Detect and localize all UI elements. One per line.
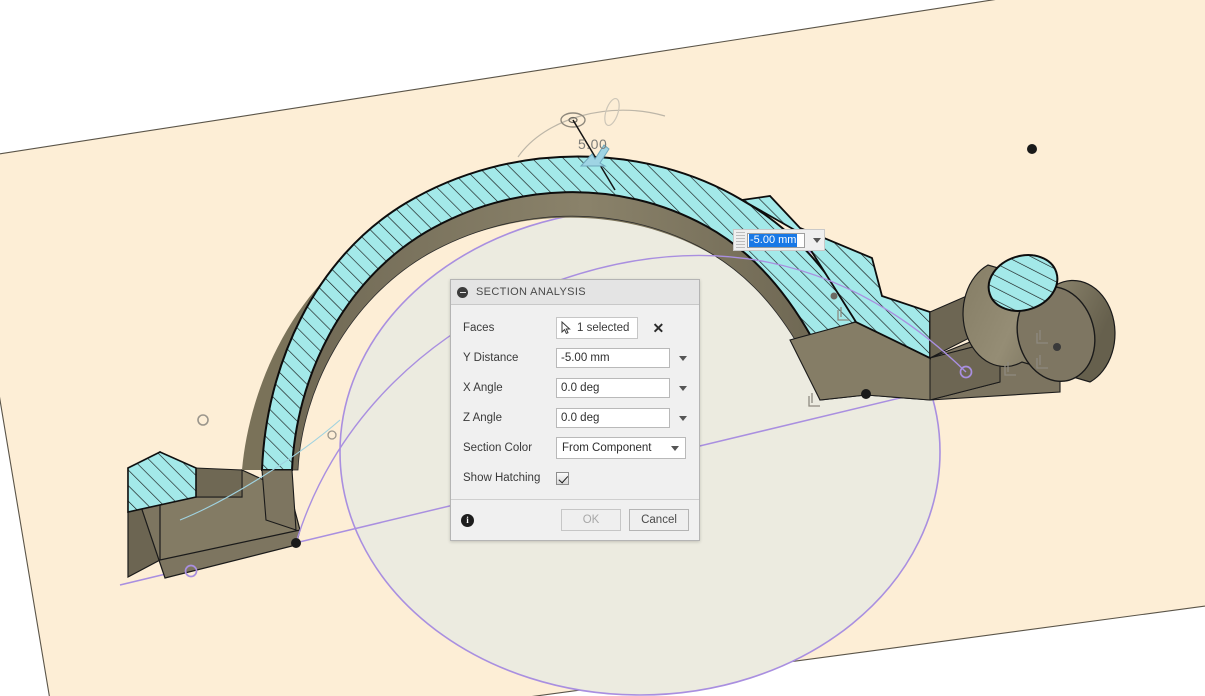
floating-distance-value: -5.00 mm (749, 233, 798, 247)
chevron-down-icon[interactable] (679, 415, 687, 421)
label-y-distance: Y Distance (463, 352, 519, 364)
minus-circle-icon[interactable] (457, 286, 468, 298)
label-z-angle: Z Angle (463, 412, 502, 424)
section-color-select[interactable]: From Component (556, 437, 686, 459)
row-y-distance: Y Distance -5.00 mm (451, 343, 699, 373)
chevron-down-icon[interactable] (679, 385, 687, 391)
row-show-hatching: Show Hatching (451, 463, 699, 493)
row-faces: Faces 1 selected ✕ (451, 313, 699, 343)
label-show-hatching: Show Hatching (463, 472, 541, 484)
floating-value-editor[interactable]: -5.00 mm (733, 229, 825, 251)
ok-button[interactable]: OK (561, 509, 621, 531)
dialog-titlebar[interactable]: SECTION ANALYSIS (451, 280, 699, 305)
section-analysis-dialog[interactable]: SECTION ANALYSIS Faces 1 selected ✕ Y Di… (450, 279, 700, 541)
z-angle-field-wrap: 0.0 deg (556, 408, 687, 428)
x-angle-value: 0.0 deg (561, 382, 600, 394)
sketch-point-left[interactable] (291, 538, 301, 548)
dialog-title: SECTION ANALYSIS (476, 286, 586, 298)
y-distance-value: -5.00 mm (561, 352, 610, 364)
chevron-down-icon[interactable] (679, 355, 687, 361)
info-icon[interactable]: i (461, 513, 474, 527)
close-x-icon[interactable]: ✕ (652, 321, 664, 335)
cancel-button[interactable]: Cancel (629, 509, 689, 531)
dialog-body: Faces 1 selected ✕ Y Distance -5.00 mm X… (451, 305, 699, 499)
label-section-color: Section Color (463, 442, 533, 454)
z-angle-input[interactable]: 0.0 deg (556, 408, 670, 428)
y-distance-input[interactable]: -5.00 mm (556, 348, 670, 368)
cylinder-center-point (1053, 343, 1061, 351)
label-faces: Faces (463, 322, 495, 334)
faces-selection-button[interactable]: 1 selected (556, 317, 639, 339)
drag-grip-icon[interactable] (736, 232, 745, 248)
manipulator-value-label: 5.00 (578, 136, 608, 152)
dialog-footer: i OK Cancel (451, 499, 699, 540)
chevron-down-icon[interactable] (671, 445, 679, 451)
section-color-value: From Component (562, 442, 652, 454)
floating-distance-input[interactable]: -5.00 mm (747, 232, 805, 248)
faces-selection-value: 1 selected (577, 322, 630, 334)
drag-point-mid[interactable] (830, 292, 838, 300)
y-distance-field-wrap: -5.00 mm (556, 348, 687, 368)
label-x-angle: X Angle (463, 382, 503, 394)
chevron-down-icon[interactable] (813, 237, 821, 243)
row-z-angle: Z Angle 0.0 deg (451, 403, 699, 433)
x-angle-field-wrap: 0.0 deg (556, 378, 687, 398)
row-section-color: Section Color From Component (451, 433, 699, 463)
cursor-arrow-icon (561, 321, 571, 335)
row-x-angle: X Angle 0.0 deg (451, 373, 699, 403)
show-hatching-checkbox[interactable] (556, 471, 569, 485)
sketch-point-right[interactable] (861, 389, 871, 399)
z-angle-value: 0.0 deg (561, 412, 600, 424)
x-angle-input[interactable]: 0.0 deg (556, 378, 670, 398)
application-window: 5.00 -5.00 mm SECTION ANALYSIS Faces 1 s… (0, 0, 1205, 696)
sketch-point-far[interactable] (1027, 144, 1037, 154)
